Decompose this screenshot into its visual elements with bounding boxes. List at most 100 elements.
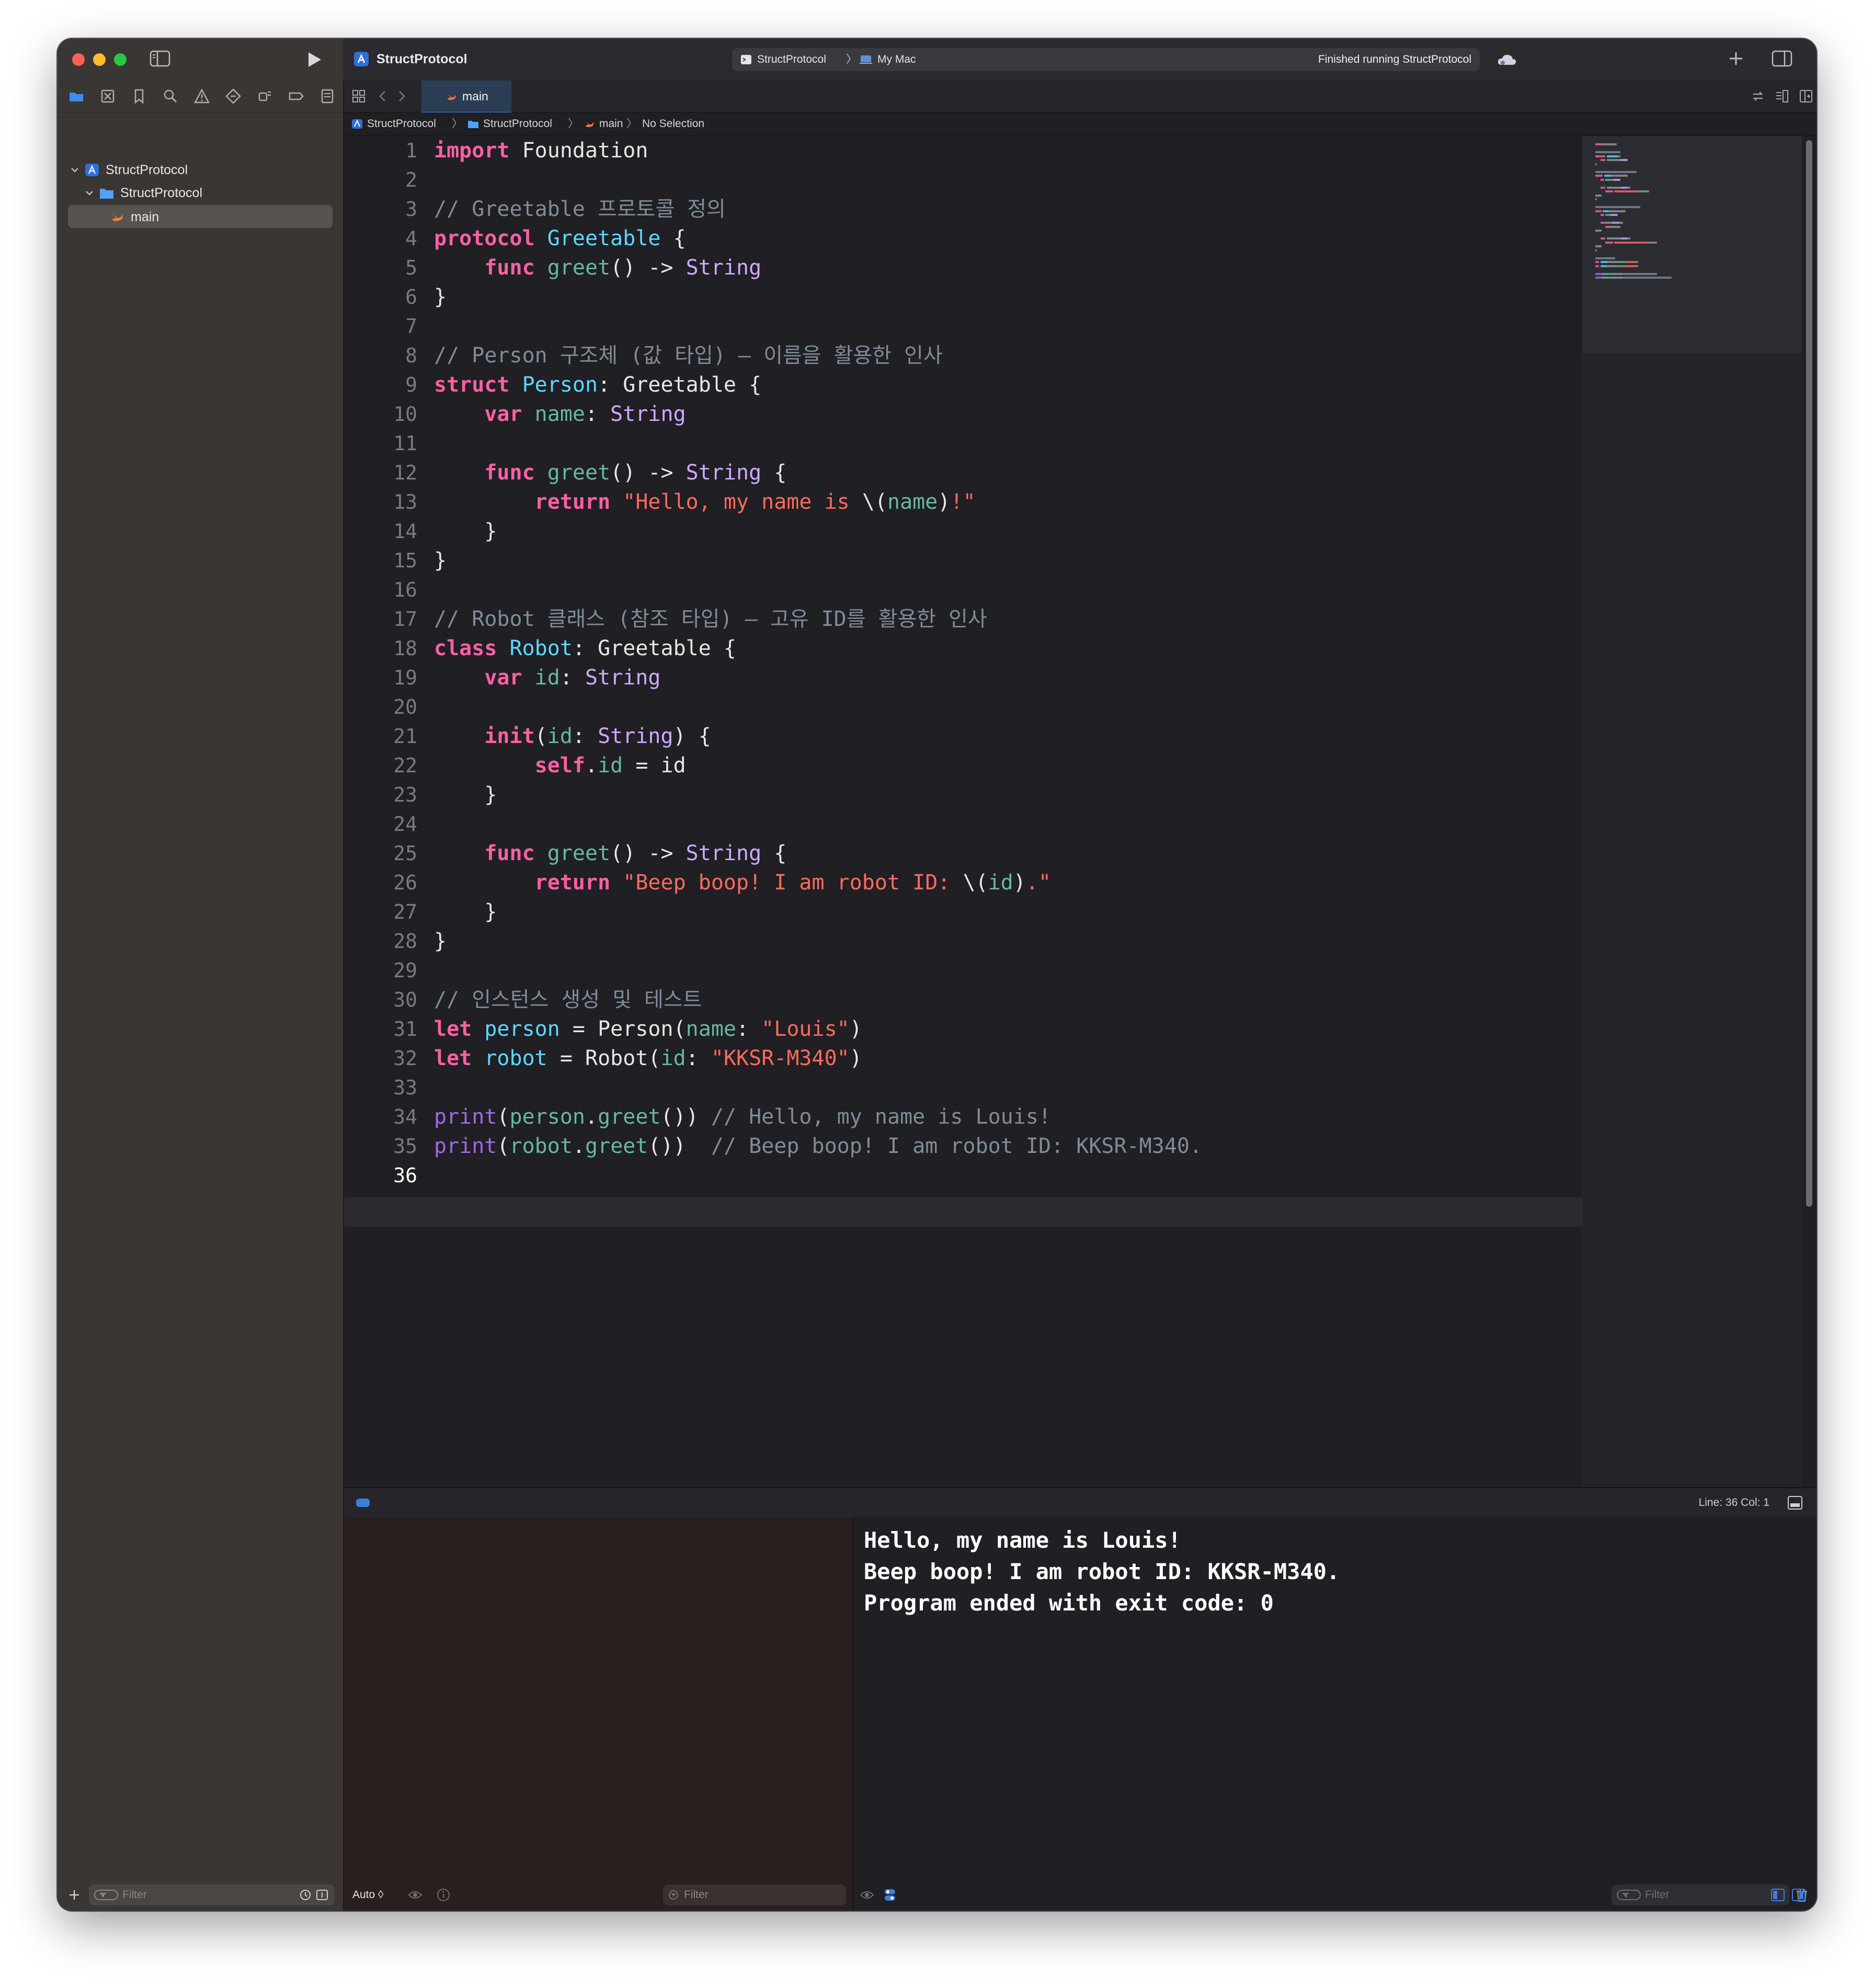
line-number[interactable]: 35 <box>344 1132 417 1161</box>
code-line[interactable]: let person = Person(name: "Louis") <box>434 1014 862 1044</box>
add-plus-icon[interactable] <box>68 1889 81 1901</box>
line-number[interactable]: 17 <box>344 604 417 634</box>
tree-item-folder[interactable]: StructProtocol <box>84 182 329 204</box>
editor-scrollbar[interactable] <box>1802 136 1816 1487</box>
run-play-icon[interactable] <box>304 50 323 69</box>
line-number[interactable]: 28 <box>344 927 417 956</box>
line-number[interactable]: 12 <box>344 458 417 487</box>
run-destination-selector[interactable]: My Mac <box>877 52 916 67</box>
folder-icon[interactable] <box>68 88 85 105</box>
zoom-window-button[interactable] <box>114 53 127 66</box>
show-variables-icon[interactable] <box>1770 1888 1785 1902</box>
tree-item-main-file[interactable]: main <box>84 206 329 228</box>
minimize-window-button[interactable] <box>93 53 106 66</box>
line-number[interactable]: 24 <box>344 809 417 839</box>
code-line[interactable]: func greet() -> String { <box>434 839 786 868</box>
editor-scrollbar-thumb[interactable] <box>1806 140 1812 1207</box>
grid-icon[interactable] <box>351 89 366 104</box>
variables-scope-selector[interactable]: Auto ◊ <box>352 1888 383 1902</box>
code-line[interactable]: protocol Greetable { <box>434 224 686 253</box>
chevron-down-icon[interactable] <box>69 164 81 176</box>
breakpoint-icon[interactable] <box>288 88 304 105</box>
source-control-icon[interactable] <box>99 88 116 105</box>
scheme-selector[interactable]: StructProtocol <box>757 52 826 67</box>
line-number[interactable]: 13 <box>344 487 417 517</box>
code-line[interactable]: } <box>434 897 497 927</box>
code-line[interactable]: // Person 구조체 (값 타입) – 이름을 활용한 인사 <box>434 341 943 370</box>
code-line[interactable]: print(person.greet()) // Hello, my name … <box>434 1102 1051 1132</box>
line-number[interactable]: 3 <box>344 195 417 224</box>
code-line[interactable]: } <box>434 517 497 546</box>
debug-area-toggle-icon[interactable] <box>356 1498 370 1508</box>
line-number[interactable]: 16 <box>344 575 417 604</box>
chevron-left-icon[interactable] <box>375 89 390 104</box>
code-line[interactable]: // Greetable 프로토콜 정의 <box>434 195 726 224</box>
line-number[interactable]: 27 <box>344 897 417 927</box>
chevron-right-icon[interactable] <box>394 89 409 104</box>
variables-filter-input[interactable]: Filter <box>663 1884 846 1905</box>
console-toggle-icon[interactable] <box>1787 1495 1803 1510</box>
project-title[interactable]: StructProtocol <box>376 50 467 68</box>
test-icon[interactable] <box>225 88 242 105</box>
code-line[interactable]: var name: String <box>434 399 685 429</box>
code-line[interactable]: } <box>434 927 447 956</box>
line-number[interactable]: 32 <box>344 1044 417 1073</box>
line-number[interactable]: 18 <box>344 634 417 663</box>
line-number[interactable]: 1 <box>344 136 417 165</box>
line-number[interactable]: 20 <box>344 692 417 722</box>
line-number[interactable]: 15 <box>344 546 417 575</box>
code-line[interactable]: struct Person: Greetable { <box>434 370 761 399</box>
line-number[interactable]: 23 <box>344 780 417 809</box>
code-line[interactable]: self.id = id <box>434 751 686 780</box>
close-window-button[interactable] <box>72 53 85 66</box>
chevron-down-icon[interactable] <box>84 187 95 199</box>
jumpbar-item-file[interactable]: main <box>599 117 623 131</box>
line-number[interactable]: 9 <box>344 370 417 399</box>
eye-icon[interactable] <box>860 1888 874 1902</box>
line-number[interactable]: 25 <box>344 839 417 868</box>
recent-files-icon[interactable] <box>299 1889 329 1901</box>
line-number[interactable]: 33 <box>344 1073 417 1102</box>
code-line[interactable]: } <box>434 282 447 312</box>
line-number[interactable]: 11 <box>344 429 417 458</box>
eye-icon[interactable] <box>408 1888 422 1902</box>
line-number[interactable]: 34 <box>344 1102 417 1132</box>
line-number[interactable]: 8 <box>344 341 417 370</box>
code-line[interactable]: import Foundation <box>434 136 648 165</box>
line-number[interactable]: 10 <box>344 399 417 429</box>
line-number[interactable]: 7 <box>344 312 417 341</box>
line-number[interactable]: 4 <box>344 224 417 253</box>
info-icon[interactable] <box>436 1888 451 1902</box>
search-icon[interactable] <box>162 88 179 105</box>
code-line[interactable]: init(id: String) { <box>434 722 711 751</box>
tab-main[interactable]: main <box>421 81 511 113</box>
line-number[interactable]: 21 <box>344 722 417 751</box>
code-line[interactable]: func greet() -> String <box>434 253 761 282</box>
console-output[interactable]: Hello, my name is Louis! Beep boop! I am… <box>853 1517 1816 1911</box>
output-filter-toggle-icon[interactable] <box>883 1888 897 1902</box>
console-filter-input[interactable]: Filter <box>1612 1884 1789 1905</box>
code-line[interactable]: // Robot 클래스 (참조 타입) – 고유 ID를 활용한 인사 <box>434 604 987 634</box>
line-number[interactable]: 30 <box>344 985 417 1014</box>
cloud-icon[interactable] <box>1496 51 1517 68</box>
debug-icon[interactable] <box>256 88 273 105</box>
code-line[interactable]: return "Beep boop! I am robot ID: \(id).… <box>434 868 1051 897</box>
line-number[interactable]: 26 <box>344 868 417 897</box>
refresh-arrows-icon[interactable] <box>1751 89 1765 104</box>
code-line[interactable]: return "Hello, my name is \(name)!" <box>434 487 976 517</box>
code-line[interactable]: print(robot.greet()) // Beep boop! I am … <box>434 1132 1202 1161</box>
navigator-filter-input[interactable]: Filter <box>89 1884 335 1905</box>
jumpbar-item-project[interactable]: StructProtocol <box>367 117 436 131</box>
report-icon[interactable] <box>319 88 336 105</box>
jumpbar-item-folder[interactable]: StructProtocol <box>483 117 552 131</box>
code-line[interactable]: var id: String <box>434 663 660 692</box>
adjust-editor-icon[interactable] <box>1775 89 1789 104</box>
bookmark-icon[interactable] <box>131 88 147 105</box>
code-line[interactable]: class Robot: Greetable { <box>434 634 736 663</box>
line-number[interactable]: 31 <box>344 1014 417 1044</box>
inspector-toggle-icon[interactable] <box>1772 50 1792 67</box>
show-console-icon[interactable] <box>1791 1888 1806 1902</box>
line-number[interactable]: 5 <box>344 253 417 282</box>
line-number[interactable]: 6 <box>344 282 417 312</box>
sidebar-toggle-icon[interactable] <box>150 50 170 67</box>
